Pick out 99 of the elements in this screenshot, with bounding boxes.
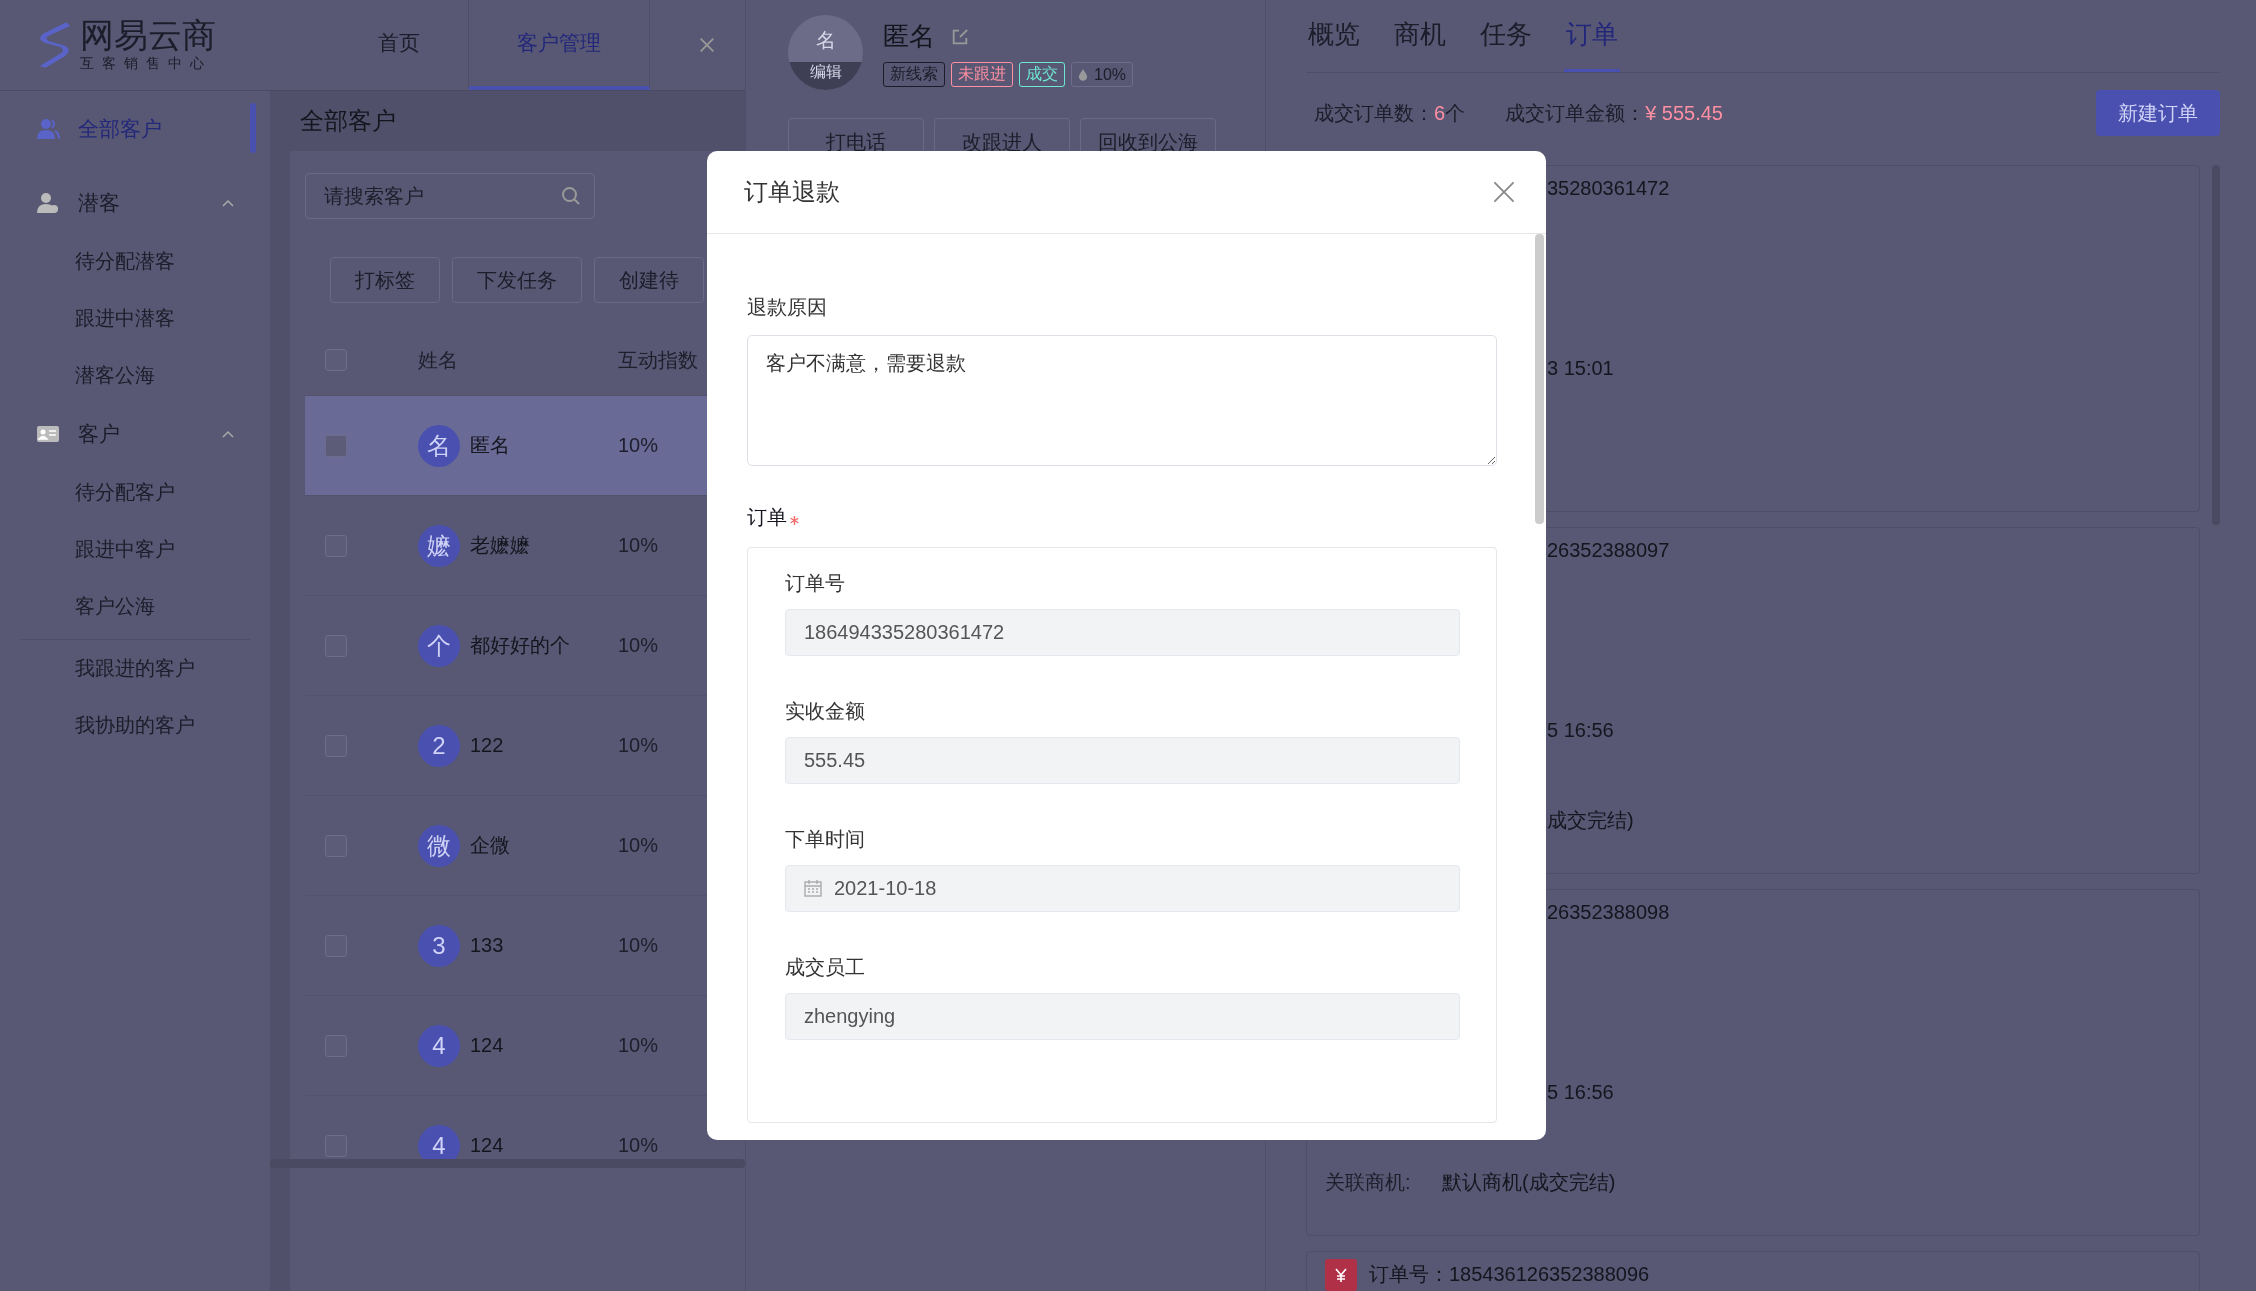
action-button[interactable]: 打标签 xyxy=(330,257,440,303)
score-cell-text: 10% xyxy=(618,434,660,457)
checkbox[interactable] xyxy=(325,834,347,857)
tab[interactable]: 概览 xyxy=(1306,0,1362,72)
field-value: 默认商机(成交完结) xyxy=(1442,1170,1616,1195)
avatar: 2 xyxy=(418,724,460,767)
customer-name: 124 xyxy=(470,1134,504,1157)
panel-title: 全部客户 xyxy=(299,106,397,136)
column-header: 互动指数 xyxy=(618,347,699,373)
tag: 未跟进 xyxy=(951,62,1013,87)
score-cell-text: 10% xyxy=(618,534,660,557)
close-icon[interactable] xyxy=(1492,180,1516,204)
nav-tab[interactable]: 首页 xyxy=(330,0,469,90)
refund-reason-field[interactable]: 客户不满意，需要退款 xyxy=(747,335,1497,466)
field-label: 实收金额 xyxy=(785,699,866,724)
sidebar-item[interactable]: 我跟进的客户 xyxy=(20,639,250,697)
checkbox[interactable] xyxy=(325,434,347,457)
field-label: 订单号： xyxy=(1369,1262,1449,1287)
avatar: 嬷 xyxy=(418,524,460,567)
customer-name: 匿名 xyxy=(470,433,510,458)
dialog-title: 订单退款 xyxy=(744,177,840,207)
order-detail-text: 5 16:56 xyxy=(1547,1081,1614,1104)
column-header: 姓名 xyxy=(418,347,459,373)
customer-name: 企微 xyxy=(470,833,510,858)
summary-stat: 成交订单金额：¥ 555.45 xyxy=(1505,100,1723,126)
sidebar-item[interactable]: 客户公海 xyxy=(0,578,270,635)
person-icon xyxy=(36,191,60,215)
customer-name: 都好好的个 xyxy=(470,633,570,658)
search-icon xyxy=(561,186,581,206)
drop-icon xyxy=(1078,67,1088,82)
sidebar-item[interactable]: 跟进中潜客 xyxy=(0,290,270,347)
customer-name: 老嬷嬷 xyxy=(470,533,530,558)
sidebar-item[interactable]: 我协助的客户 xyxy=(0,697,270,754)
users-icon xyxy=(36,117,60,141)
checkbox[interactable] xyxy=(325,634,347,657)
score-value: 10% xyxy=(1094,65,1127,84)
edit-icon[interactable] xyxy=(951,27,969,46)
field-label: 下单时间 xyxy=(785,827,866,852)
scrollbar[interactable] xyxy=(270,1159,745,1168)
calendar-icon xyxy=(803,878,823,898)
tab[interactable]: 商机 xyxy=(1392,0,1448,72)
order-detail-text: 35280361472 xyxy=(1547,177,1670,200)
summary-stat: 成交订单数：6个 xyxy=(1314,100,1466,126)
checkbox[interactable] xyxy=(325,734,347,757)
tag: 成交 xyxy=(1019,62,1065,87)
field-label: 成交员工 xyxy=(785,955,866,980)
sidebar-group[interactable]: 潜客 xyxy=(0,173,270,233)
order-detail-text: 26352388097 xyxy=(1547,539,1670,562)
order-detail-text: 26352388098 xyxy=(1547,901,1670,924)
avatar: 4 xyxy=(418,1024,460,1067)
avatar: 3 xyxy=(418,924,460,967)
customer-name: 匿名 xyxy=(883,20,935,53)
chevron-icon xyxy=(222,199,234,207)
selection-bar xyxy=(250,103,256,153)
action-button[interactable]: 创建待 xyxy=(594,257,704,303)
section-label: 订单 xyxy=(747,505,787,530)
checkbox[interactable] xyxy=(325,934,347,957)
sidebar-item[interactable]: 跟进中客户 xyxy=(0,521,270,578)
score-cell-text: 10% xyxy=(618,1134,660,1157)
order-detail-text: 5 16:56 xyxy=(1547,719,1614,742)
score-cell-text: 10% xyxy=(618,634,660,657)
sidebar-item[interactable]: 潜客公海 xyxy=(0,347,270,404)
sidebar-item[interactable]: 待分配客户 xyxy=(0,464,270,521)
checkbox[interactable] xyxy=(325,349,347,371)
score-cell-text: 10% xyxy=(618,1034,660,1057)
field-value: 185436126352388096 xyxy=(1449,1263,1650,1286)
score-cell-text: 10% xyxy=(618,934,660,957)
tab[interactable]: 任务 xyxy=(1478,0,1534,72)
checkbox[interactable] xyxy=(325,1134,347,1157)
score-cell-text: 10% xyxy=(618,834,660,857)
order-detail-text: 3 15:01 xyxy=(1547,357,1614,380)
customer-name: 133 xyxy=(470,934,504,957)
action-button[interactable]: 下发任务 xyxy=(452,257,582,303)
checkbox[interactable] xyxy=(325,1034,347,1057)
new-order-button[interactable]: 新建订单 xyxy=(2096,90,2220,136)
chevron-icon xyxy=(222,430,234,438)
avatar: 个 xyxy=(418,624,460,667)
sidebar-group[interactable]: 客户 xyxy=(0,404,270,464)
sidebar-item[interactable]: 待分配潜客 xyxy=(0,233,270,290)
order-detail-text: 成交完结) xyxy=(1547,808,1634,833)
checkbox[interactable] xyxy=(325,534,347,557)
field-label: 关联商机: xyxy=(1325,1170,1412,1195)
field-label: 退款原因 xyxy=(747,295,828,320)
field-label: 订单号 xyxy=(785,571,846,596)
yen-icon xyxy=(1325,1258,1357,1291)
score-cell-text: 10% xyxy=(618,734,660,757)
avatar: 名 xyxy=(418,424,460,467)
customer-name: 124 xyxy=(470,1034,504,1057)
logo-subtitle: 互客销售中心 xyxy=(80,54,213,73)
avatar: 微 xyxy=(418,824,460,867)
search-field[interactable]: 请搜索客户 xyxy=(305,173,595,219)
scrollbar[interactable] xyxy=(1535,234,1544,524)
customer-name: 122 xyxy=(470,734,504,757)
tag: 新线索 xyxy=(883,62,945,87)
close-icon[interactable] xyxy=(698,36,716,54)
avatar[interactable]: 名 编辑 xyxy=(788,15,863,90)
avatar-initial: 名 xyxy=(814,28,837,53)
logo-name: 网易云商 xyxy=(80,17,216,55)
edit-overlay[interactable]: 编辑 xyxy=(788,62,863,90)
